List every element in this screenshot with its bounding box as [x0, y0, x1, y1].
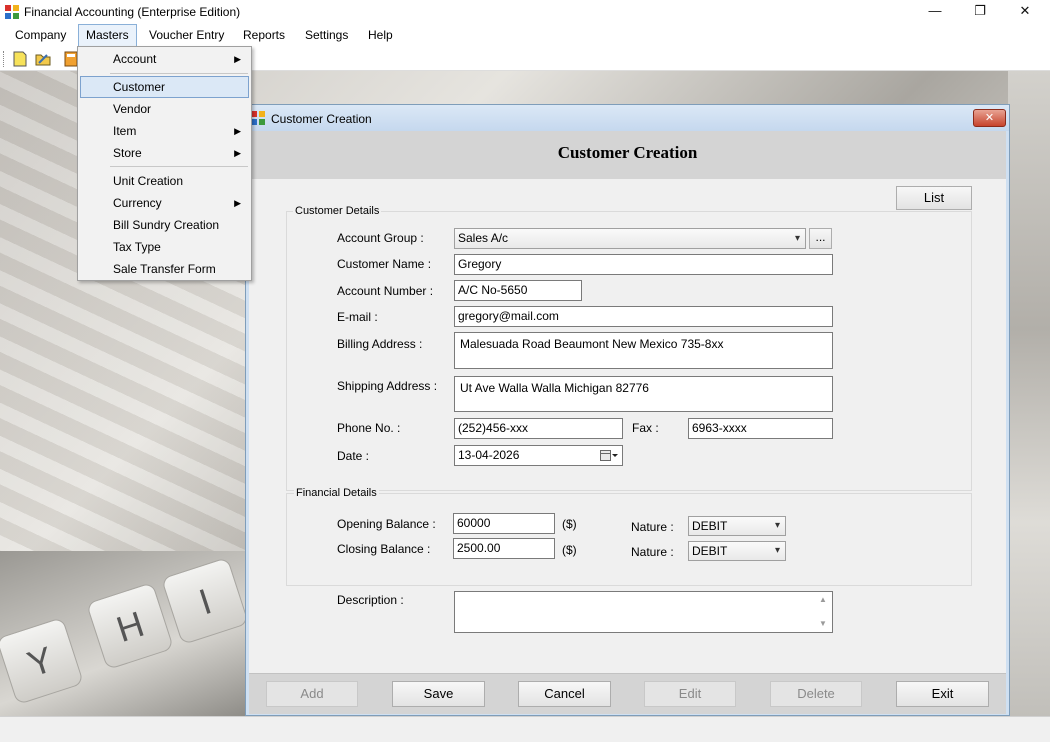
chevron-down-icon: ▾	[794, 233, 800, 244]
dialog-header: Customer Creation	[249, 131, 1006, 179]
closing-currency-label: ($)	[562, 543, 577, 557]
menu-company[interactable]: Company	[8, 24, 73, 47]
app-logo-icon	[5, 5, 19, 19]
window-titlebar: Financial Accounting (Enterprise Edition…	[0, 0, 1050, 24]
menu-bar: Company Masters Voucher Entry Reports Se…	[0, 24, 1050, 47]
cancel-button[interactable]: Cancel	[518, 681, 611, 707]
customer-details-label: Customer Details	[293, 205, 382, 217]
delete-button[interactable]: Delete	[770, 681, 862, 707]
customer-name-label: Customer Name :	[337, 257, 432, 271]
opening-balance-label: Opening Balance :	[337, 517, 436, 531]
account-group-select[interactable]: Sales A/c ▾	[454, 228, 806, 249]
account-number-label: Account Number :	[337, 284, 434, 298]
save-button[interactable]: Save	[392, 681, 485, 707]
email-label: E-mail :	[337, 310, 378, 324]
financial-details-group	[286, 493, 972, 586]
shipping-address-label: Shipping Address :	[337, 379, 438, 393]
phone-label: Phone No. :	[337, 421, 401, 435]
page-title: Customer Creation	[557, 143, 698, 162]
dialog-close-button[interactable]: ✕	[973, 109, 1006, 127]
menu-settings[interactable]: Settings	[298, 24, 355, 47]
closing-nature-select[interactable]: DEBIT ▾	[688, 541, 786, 561]
billing-address-input[interactable]: Malesuada Road Beaumont New Mexico 735-8…	[454, 332, 833, 369]
account-group-more-button[interactable]: ...	[809, 228, 832, 249]
account-group-label: Account Group :	[337, 231, 424, 245]
opening-currency-label: ($)	[562, 517, 577, 531]
menu-item-unit-creation[interactable]: Unit Creation	[80, 170, 249, 192]
date-label: Date :	[337, 449, 370, 463]
description-scrollbar[interactable]: ▲ ▼	[815, 593, 831, 631]
masters-dropdown-menu: Account ▶ Customer Vendor Item ▶ Store ▶ Un…	[77, 46, 252, 281]
description-input[interactable]	[454, 591, 833, 633]
opening-nature-label: Nature :	[631, 520, 674, 534]
menu-item-tax-type[interactable]: Tax Type	[80, 236, 249, 258]
menu-reports[interactable]: Reports	[236, 24, 292, 47]
list-button[interactable]: List	[896, 186, 972, 210]
calendar-icon[interactable]	[600, 450, 618, 461]
dialog-footer: Add Save Cancel Edit Delete Exit	[249, 673, 1006, 714]
chevron-down-icon: ▾	[774, 520, 780, 531]
closing-balance-input[interactable]: 2500.00	[453, 538, 555, 559]
menu-help[interactable]: Help	[361, 24, 400, 47]
fax-input[interactable]: 6963-xxxx	[688, 418, 833, 439]
maximize-button[interactable]: ❐	[957, 0, 1003, 24]
new-file-icon[interactable]	[11, 50, 29, 68]
submenu-arrow-icon: ▶	[234, 54, 241, 64]
fax-label: Fax :	[632, 421, 659, 435]
close-window-button[interactable]: ✕	[1002, 0, 1048, 24]
status-bar	[0, 716, 1050, 742]
menu-item-currency[interactable]: Currency ▶	[80, 192, 249, 214]
financial-details-label: Financial Details	[294, 487, 379, 499]
add-button[interactable]: Add	[266, 681, 358, 707]
background-image-coins	[1008, 71, 1050, 716]
menu-item-item[interactable]: Item ▶	[80, 120, 249, 142]
minimize-button[interactable]: —	[912, 0, 958, 24]
customer-creation-dialog: Customer Creation ✕ Customer Creation Li…	[245, 104, 1010, 716]
edit-button[interactable]: Edit	[644, 681, 736, 707]
submenu-arrow-icon: ▶	[234, 126, 241, 136]
exit-button[interactable]: Exit	[896, 681, 989, 707]
date-picker[interactable]: 13-04-2026	[454, 445, 623, 466]
customer-name-input[interactable]: Gregory	[454, 254, 833, 275]
account-number-input[interactable]: A/C No-5650	[454, 280, 582, 301]
menu-item-customer[interactable]: Customer	[80, 76, 249, 98]
dialog-titlebar: Customer Creation ✕	[246, 105, 1009, 131]
scroll-up-icon[interactable]: ▲	[815, 595, 831, 604]
phone-input[interactable]: (252)456-xxx	[454, 418, 623, 439]
dialog-title: Customer Creation	[271, 112, 372, 126]
menu-item-vendor[interactable]: Vendor	[80, 98, 249, 120]
menu-item-account[interactable]: Account ▶	[80, 48, 249, 70]
opening-balance-input[interactable]: 60000	[453, 513, 555, 534]
menu-separator	[110, 166, 248, 167]
menu-voucher-entry[interactable]: Voucher Entry	[142, 24, 231, 47]
open-folder-icon[interactable]	[34, 50, 52, 68]
shipping-address-input[interactable]: Ut Ave Walla Walla Michigan 82776	[454, 376, 833, 412]
menu-item-bill-sundry-creation[interactable]: Bill Sundry Creation	[80, 214, 249, 236]
billing-address-label: Billing Address :	[337, 337, 423, 351]
chevron-down-icon: ▾	[774, 545, 780, 556]
menu-masters[interactable]: Masters	[78, 24, 137, 47]
scroll-down-icon[interactable]: ▼	[815, 619, 831, 628]
description-label: Description :	[337, 593, 404, 607]
submenu-arrow-icon: ▶	[234, 148, 241, 158]
menu-item-sale-transfer-form[interactable]: Sale Transfer Form	[80, 258, 249, 280]
opening-nature-select[interactable]: DEBIT ▾	[688, 516, 786, 536]
submenu-arrow-icon: ▶	[234, 198, 241, 208]
email-input[interactable]: gregory@mail.com	[454, 306, 833, 327]
closing-nature-label: Nature :	[631, 545, 674, 559]
menu-item-store[interactable]: Store ▶	[80, 142, 249, 164]
toolbar-grip	[3, 51, 6, 67]
app-logo-icon	[251, 111, 265, 125]
window-title: Financial Accounting (Enterprise Edition…	[24, 5, 241, 19]
menu-separator	[110, 73, 248, 74]
dialog-body: Customer Creation List Customer Details …	[249, 131, 1006, 714]
closing-balance-label: Closing Balance :	[337, 542, 431, 556]
